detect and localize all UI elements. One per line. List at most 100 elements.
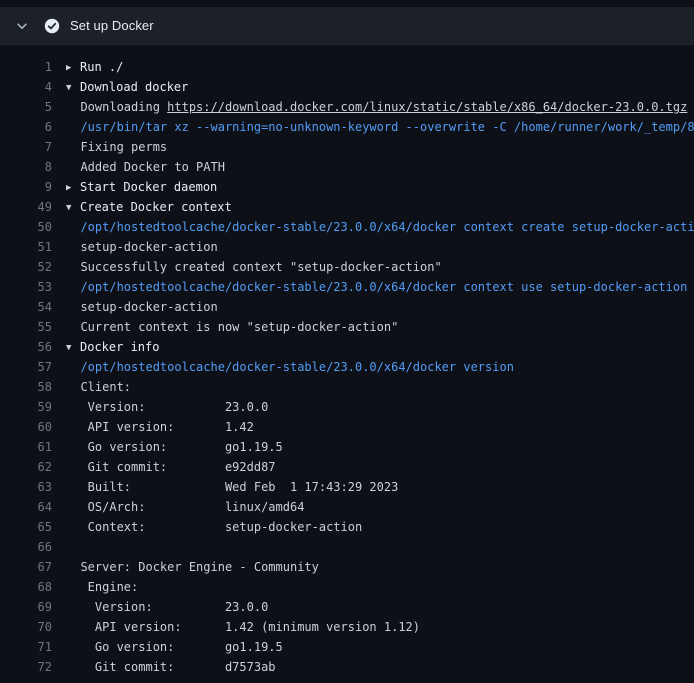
line-number[interactable]: 71	[0, 637, 52, 657]
line-number[interactable]: 54	[0, 297, 52, 317]
log-lines: 1▶Run ./4▼Download docker5 Downloading h…	[0, 57, 694, 677]
log-line[interactable]: 56 ▼Docker info	[0, 337, 694, 357]
log-line: 8 Added Docker to PATH	[0, 157, 694, 177]
line-number[interactable]: 62	[0, 457, 52, 477]
line-number[interactable]: 65	[0, 517, 52, 537]
line-number[interactable]: 51	[0, 237, 52, 257]
log-line: 59 Version: 23.0.0	[0, 397, 694, 417]
log-line: 71 Go version: go1.19.5	[0, 637, 694, 657]
line-number[interactable]: 68	[0, 577, 52, 597]
log-line[interactable]: 1 ▶Run ./	[0, 57, 694, 77]
log-line: 63 Built: Wed Feb 1 17:43:29 2023	[0, 477, 694, 497]
line-content: Current context is now "setup-docker-act…	[66, 317, 694, 337]
line-number[interactable]: 7	[0, 137, 52, 157]
log-line: 57 /opt/hostedtoolcache/docker-stable/23…	[0, 357, 694, 377]
line-content: ▶Run ./	[66, 57, 694, 77]
log-line: 5 Downloading https://download.docker.co…	[0, 97, 694, 117]
line-content: API version: 1.42	[66, 417, 694, 437]
line-content: /opt/hostedtoolcache/docker-stable/23.0.…	[66, 217, 694, 237]
line-content: Built: Wed Feb 1 17:43:29 2023	[66, 477, 694, 497]
line-content: ▼Docker info	[66, 337, 694, 357]
line-content: Downloading https://download.docker.com/…	[66, 97, 694, 117]
line-number[interactable]: 66	[0, 537, 52, 557]
log-line: 66	[0, 537, 694, 557]
step-title: Set up Docker	[70, 18, 154, 33]
line-content: Added Docker to PATH	[66, 157, 694, 177]
line-content	[66, 537, 694, 557]
line-number[interactable]: 55	[0, 317, 52, 337]
line-number[interactable]: 52	[0, 257, 52, 277]
line-number[interactable]: 56	[0, 337, 52, 357]
line-content: setup-docker-action	[66, 237, 694, 257]
line-number[interactable]: 6	[0, 117, 52, 137]
log-line: 62 Git commit: e92dd87	[0, 457, 694, 477]
line-number[interactable]: 4	[0, 77, 52, 97]
line-number[interactable]: 59	[0, 397, 52, 417]
line-content: Server: Docker Engine - Community	[66, 557, 694, 577]
line-number[interactable]: 49	[0, 197, 52, 217]
log-line: 55 Current context is now "setup-docker-…	[0, 317, 694, 337]
line-content: Successfully created context "setup-dock…	[66, 257, 694, 277]
line-number[interactable]: 72	[0, 657, 52, 677]
line-number[interactable]: 5	[0, 97, 52, 117]
line-number[interactable]: 58	[0, 377, 52, 397]
line-number[interactable]: 1	[0, 57, 52, 77]
log-line[interactable]: 4 ▼Download docker	[0, 77, 694, 97]
log-line: 51 setup-docker-action	[0, 237, 694, 257]
line-number[interactable]: 67	[0, 557, 52, 577]
line-content: Fixing perms	[66, 137, 694, 157]
expand-arrow-icon[interactable]: ▶	[66, 178, 80, 197]
line-number[interactable]: 63	[0, 477, 52, 497]
line-content: Git commit: d7573ab	[66, 657, 694, 677]
line-content: /opt/hostedtoolcache/docker-stable/23.0.…	[66, 357, 694, 377]
line-number[interactable]: 8	[0, 157, 52, 177]
log-line: 53 /opt/hostedtoolcache/docker-stable/23…	[0, 277, 694, 297]
log-line: 50 /opt/hostedtoolcache/docker-stable/23…	[0, 217, 694, 237]
log-line: 70 API version: 1.42 (minimum version 1.…	[0, 617, 694, 637]
collapse-arrow-icon[interactable]: ▼	[66, 338, 80, 357]
line-content: Go version: go1.19.5	[66, 637, 694, 657]
log-line: 69 Version: 23.0.0	[0, 597, 694, 617]
line-content: /usr/bin/tar xz --warning=no-unknown-key…	[66, 117, 694, 137]
log-line: 64 OS/Arch: linux/amd64	[0, 497, 694, 517]
log-line: 58 Client:	[0, 377, 694, 397]
log-line: 61 Go version: go1.19.5	[0, 437, 694, 457]
log-line: 67 Server: Docker Engine - Community	[0, 557, 694, 577]
line-number[interactable]: 61	[0, 437, 52, 457]
line-content: ▼Download docker	[66, 77, 694, 97]
log-line: 52 Successfully created context "setup-d…	[0, 257, 694, 277]
line-number[interactable]: 64	[0, 497, 52, 517]
line-content: API version: 1.42 (minimum version 1.12)	[66, 617, 694, 637]
log-area: 1▶Run ./4▼Download docker5 Downloading h…	[0, 45, 694, 677]
log-line: 72 Git commit: d7573ab	[0, 657, 694, 677]
log-line: 65 Context: setup-docker-action	[0, 517, 694, 537]
line-number[interactable]: 50	[0, 217, 52, 237]
line-content: Version: 23.0.0	[66, 597, 694, 617]
line-content: ▶Start Docker daemon	[66, 177, 694, 197]
line-content: Client:	[66, 377, 694, 397]
collapse-arrow-icon[interactable]: ▼	[66, 198, 80, 217]
line-content: Version: 23.0.0	[66, 397, 694, 417]
check-circle-icon	[44, 18, 60, 34]
download-url-link[interactable]: https://download.docker.com/linux/static…	[167, 100, 687, 114]
line-number[interactable]: 57	[0, 357, 52, 377]
expand-arrow-icon[interactable]: ▶	[66, 58, 80, 77]
line-number[interactable]: 53	[0, 277, 52, 297]
log-line: 68 Engine:	[0, 577, 694, 597]
log-line[interactable]: 9 ▶Start Docker daemon	[0, 177, 694, 197]
line-number[interactable]: 69	[0, 597, 52, 617]
line-content: ▼Create Docker context	[66, 197, 694, 217]
line-number[interactable]: 70	[0, 617, 52, 637]
log-line[interactable]: 49 ▼Create Docker context	[0, 197, 694, 217]
step-header[interactable]: Set up Docker	[0, 7, 694, 45]
line-number[interactable]: 60	[0, 417, 52, 437]
chevron-down-icon[interactable]	[14, 18, 30, 34]
line-content: setup-docker-action	[66, 297, 694, 317]
log-line: 7 Fixing perms	[0, 137, 694, 157]
line-number[interactable]: 9	[0, 177, 52, 197]
log-line: 54 setup-docker-action	[0, 297, 694, 317]
collapse-arrow-icon[interactable]: ▼	[66, 78, 80, 97]
line-content: Context: setup-docker-action	[66, 517, 694, 537]
line-content: /opt/hostedtoolcache/docker-stable/23.0.…	[66, 277, 694, 297]
line-content: Go version: go1.19.5	[66, 437, 694, 457]
